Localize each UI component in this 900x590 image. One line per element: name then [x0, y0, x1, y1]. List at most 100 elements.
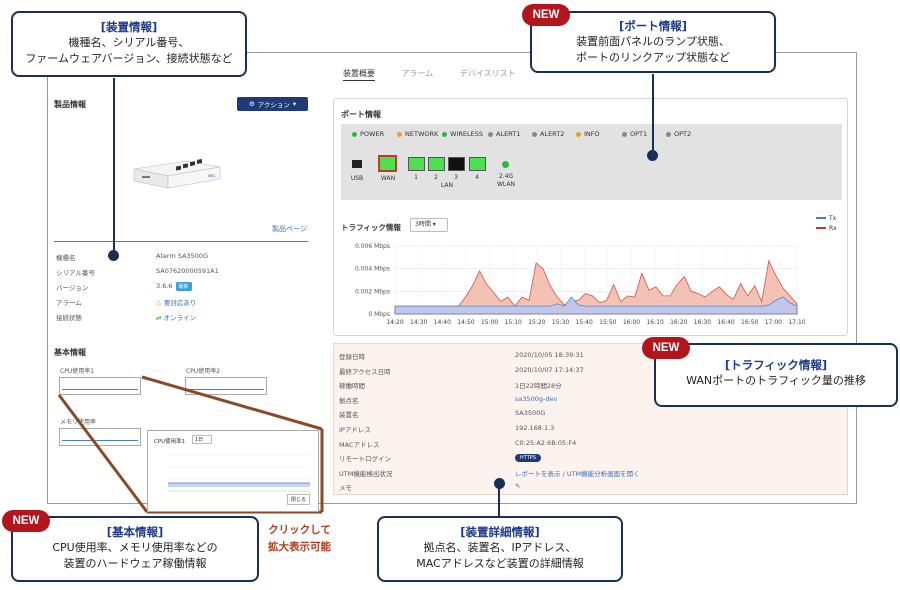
info-key: シリアル番号 [56, 269, 95, 277]
led-dot [666, 131, 671, 137]
detail-value: 2020/10/07 17:14:37 [515, 365, 584, 374]
usb-port [352, 160, 362, 168]
edit-memo-icon[interactable]: ✎ [515, 482, 520, 490]
led-label: OPT2 [674, 130, 692, 138]
detail-key: 最終アクセス日時 [339, 367, 391, 376]
callout-title: [装置詳細情報] [460, 525, 540, 539]
x-tick-label: 16:10 [646, 319, 663, 326]
port-info-title: ポート情報 [341, 110, 381, 119]
legend-rx-label: Rx [829, 224, 837, 232]
click-note-line2: 拡大表示可能 [268, 541, 331, 553]
latest-badge: 最新 [175, 282, 192, 291]
detail-row: リモートログイン HTTPS [339, 453, 839, 468]
x-tick-label: 14:40 [434, 319, 451, 326]
callout-text: ポートのリンクアップ状態など [576, 51, 730, 64]
led-opt2: OPT2 [666, 130, 691, 138]
action-button[interactable]: ⚙ アクション ▾ [237, 97, 308, 111]
led-dot [576, 131, 581, 137]
x-tick-label: 17:00 [765, 319, 782, 326]
x-tick-label: 16:20 [670, 319, 687, 326]
detail-value[interactable]: sa3500g-dev [515, 395, 557, 403]
connector [652, 74, 654, 154]
cpu2-label: CPU使用率2 [186, 368, 221, 375]
tab-device-list[interactable]: デバイスリスト [460, 68, 516, 79]
info-key: バージョン [56, 284, 89, 292]
info-value-wrap: ⚠ 要対応あり [156, 297, 196, 307]
legend-rx: Rx [816, 223, 837, 233]
callout-traffic-info: [トラフィック情報] WANポートのトラフィック量の推移 [654, 343, 898, 407]
wan-port [378, 155, 397, 172]
alarm-link[interactable]: 要対応あり [164, 299, 197, 307]
x-tick-label: 16:00 [623, 319, 640, 326]
callout-text: WANポートのトラフィック量の推移 [686, 374, 866, 387]
callout-text: 装置前面パネルのランプ状態、 [576, 35, 730, 48]
detail-key: MACアドレス [339, 440, 380, 449]
x-tick-label: 16:50 [741, 319, 758, 326]
led-dot [488, 131, 493, 137]
callout-text: CPU使用率、メモリ使用率などの [52, 541, 218, 554]
popup-chart [168, 454, 310, 492]
callout-text: ファームウェアバージョン、接続状態など [25, 52, 233, 65]
cpu-zoom-popup: CPU使用率1 1日 閉じる [147, 430, 319, 512]
detail-key: リモートログイン [339, 455, 391, 464]
led-label: POWER [360, 130, 385, 138]
callout-text: 機種名、シリアル番号、 [68, 36, 190, 49]
x-tick-label: 16:40 [717, 319, 734, 326]
info-key: 機種名 [56, 254, 76, 262]
new-badge: NEW [522, 4, 570, 26]
chevron-down-icon: ▾ [432, 221, 436, 228]
cpu2-chart[interactable] [185, 377, 267, 395]
led-info: INFO [576, 130, 600, 138]
led-label: WIRELESS [450, 130, 483, 138]
lan-port-2 [428, 157, 445, 171]
status-value: オンライン [163, 314, 197, 322]
callout-title: [基本情報] [106, 525, 164, 539]
popup-close-button[interactable]: 閉じる [286, 494, 310, 505]
connector-dot [108, 250, 119, 261]
x-tick-label: 14:20 [386, 319, 403, 326]
led-label: OPT1 [630, 130, 648, 138]
cpu1-label: CPU使用率1 [60, 368, 95, 375]
info-row-model: 機種名 Aterm SA3500G [56, 252, 308, 267]
info-key: アラーム [56, 299, 82, 307]
traffic-range-select[interactable]: 3時間 ▾ [410, 218, 448, 232]
version-value: 3.6.6 [156, 282, 173, 290]
info-value: SA07620000591A1 [156, 267, 219, 275]
cpu1-chart[interactable] [59, 377, 141, 395]
detail-value: SA3500G [515, 409, 546, 418]
callout-device-info: [装置情報] 機種名、シリアル番号、 ファームウェアバージョン、接続状態など [11, 11, 247, 77]
x-tick-label: 14:30 [410, 319, 427, 326]
connector [498, 484, 500, 516]
x-tick-label: 15:00 [481, 319, 498, 326]
warning-icon: ⚠ [156, 299, 162, 307]
tab-alarm[interactable]: アラーム [402, 68, 434, 79]
info-value-wrap: 3.6.6 最新 [156, 282, 192, 291]
tab-overview[interactable]: 装置概要 [343, 68, 375, 81]
info-value-wrap: ⇄ オンライン [156, 312, 196, 322]
detail-value: 192.168.1.3 [515, 423, 555, 432]
wlan-label: 2.4G WLAN [496, 173, 515, 188]
detail-key: 拠点名 [339, 396, 359, 405]
traffic-title: トラフィック情報 [341, 223, 401, 232]
led-network: NETWORK [397, 130, 438, 138]
led-wireless: WIRELESS [442, 130, 483, 138]
x-tick-label: 14:50 [457, 319, 474, 326]
led-label: ALERT1 [496, 130, 521, 138]
memory-chart[interactable] [59, 428, 141, 446]
https-badge[interactable]: HTTPS [515, 454, 541, 463]
connector-dot [647, 150, 658, 161]
product-page-link[interactable]: 製品ページ [272, 224, 307, 234]
x-tick-label: 15:50 [599, 319, 616, 326]
detail-key: 装置名 [339, 411, 359, 420]
detail-row: 装置名 SA3500G [339, 409, 839, 424]
select-value: 3時間 [415, 221, 431, 228]
remote-login-badge[interactable]: HTTPS [515, 453, 541, 463]
detail-row: MACアドレス C0:25:A2:6B:05:F4 [339, 439, 839, 454]
led-dot [442, 131, 447, 137]
device-info-list: 機種名 Aterm SA3500G シリアル番号 SA07620000591A1… [56, 252, 308, 327]
detail-row: UTM機能検出状況 レポートを表示 / UTM機能分析画面を開く [339, 468, 839, 483]
info-row-serial: シリアル番号 SA07620000591A1 [56, 267, 308, 282]
detail-key: 登録日時 [339, 353, 365, 361]
detail-value[interactable]: レポートを表示 / UTM機能分析画面を開く [515, 468, 640, 478]
popup-range-select[interactable]: 1日 [192, 435, 212, 444]
